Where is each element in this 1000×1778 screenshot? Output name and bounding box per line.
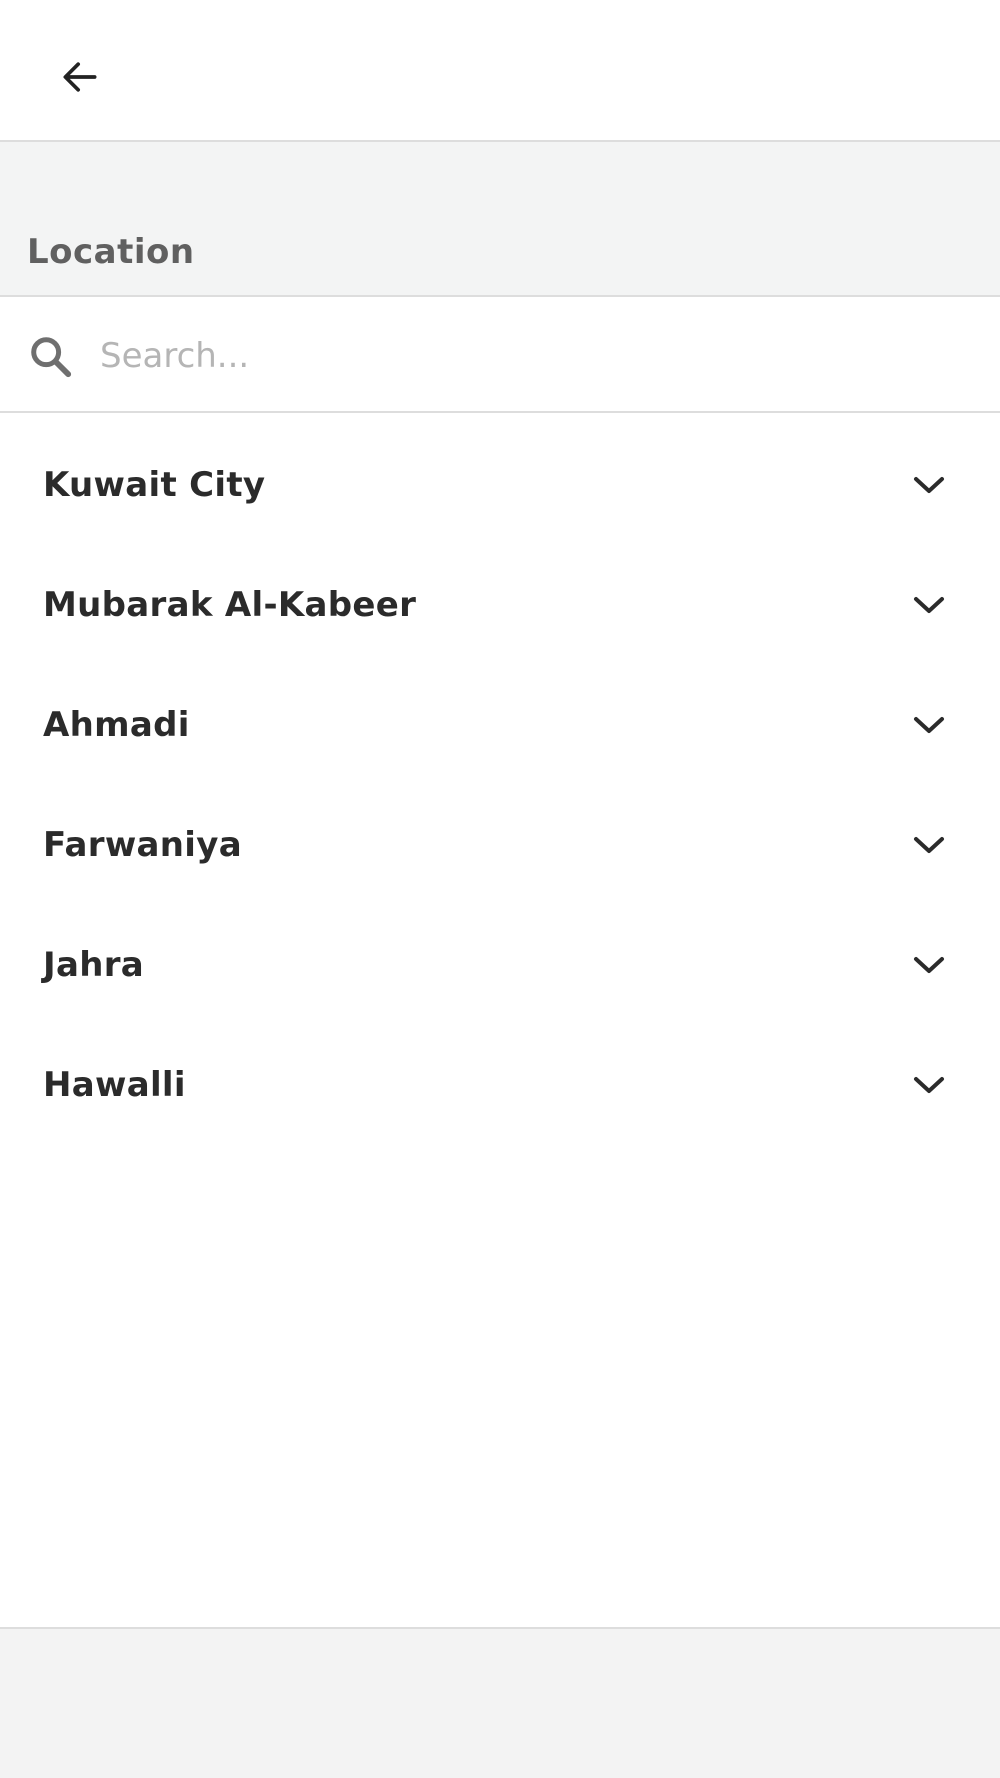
list-item-label: Jahra bbox=[43, 945, 145, 985]
section-header bbox=[0, 142, 1000, 297]
list-item-label: Farwaniya bbox=[43, 825, 242, 865]
search-input[interactable] bbox=[100, 328, 960, 384]
section-title: Location bbox=[27, 232, 195, 272]
chevron-down-icon bbox=[914, 1077, 944, 1093]
list-item[interactable]: Hawalli bbox=[0, 1037, 1000, 1157]
back-button[interactable] bbox=[50, 47, 110, 107]
list-item-label: Kuwait City bbox=[43, 465, 266, 505]
list-item-label: Hawalli bbox=[43, 1065, 186, 1105]
arrow-left-icon bbox=[63, 62, 97, 92]
chevron-down-icon bbox=[914, 957, 944, 973]
region-list: Kuwait City Mubarak Al-Kabeer Ahmadi Far… bbox=[0, 437, 1000, 1157]
list-item[interactable]: Mubarak Al-Kabeer bbox=[0, 557, 1000, 677]
chevron-down-icon bbox=[914, 597, 944, 613]
chevron-down-icon bbox=[914, 717, 944, 733]
list-item[interactable]: Farwaniya bbox=[0, 797, 1000, 917]
list-item[interactable]: Ahmadi bbox=[0, 677, 1000, 797]
search-icon bbox=[31, 337, 72, 378]
chevron-down-icon bbox=[914, 477, 944, 493]
top-bar bbox=[0, 0, 1000, 142]
list-item[interactable]: Jahra bbox=[0, 917, 1000, 1037]
chevron-down-icon bbox=[914, 837, 944, 853]
bottom-bar bbox=[0, 1627, 1000, 1778]
list-item-label: Mubarak Al-Kabeer bbox=[43, 585, 417, 625]
list-item-label: Ahmadi bbox=[43, 705, 190, 745]
list-item[interactable]: Kuwait City bbox=[0, 437, 1000, 557]
